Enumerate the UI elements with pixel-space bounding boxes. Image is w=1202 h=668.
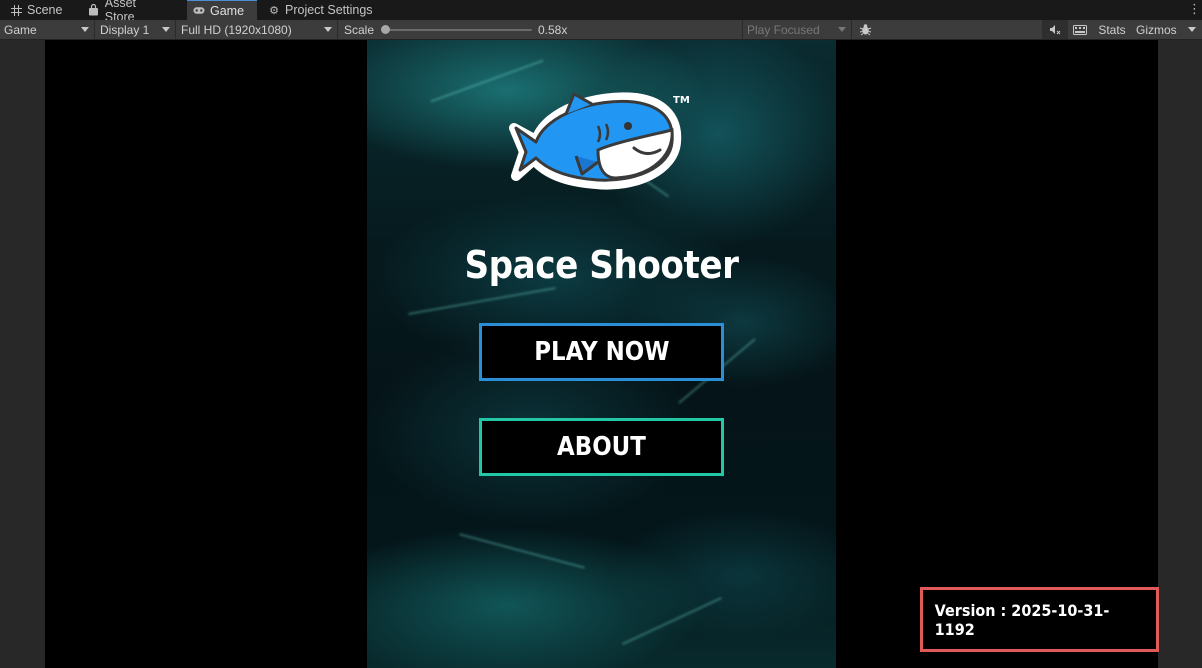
grid-icon bbox=[10, 4, 22, 16]
chevron-down-icon bbox=[838, 27, 846, 32]
display-label: Display 1 bbox=[100, 22, 150, 37]
more-options-icon[interactable]: ⋮ bbox=[1188, 2, 1201, 18]
gizmos-dropdown[interactable]: Gizmos bbox=[1132, 20, 1202, 39]
tab-label: Game bbox=[210, 3, 245, 18]
resolution-dropdown[interactable]: Full HD (1920x1080) bbox=[177, 20, 338, 39]
keyboard-icon[interactable] bbox=[1068, 20, 1092, 39]
trademark-label: TM bbox=[673, 95, 690, 106]
version-label: Version : 2025-10-31-1192 bbox=[934, 600, 1110, 639]
stats-button[interactable]: Stats bbox=[1093, 20, 1131, 39]
play-now-label: PLAY NOW bbox=[533, 337, 670, 367]
play-now-button[interactable]: PLAY NOW bbox=[479, 323, 724, 381]
version-label-highlight: Version : 2025-10-31-1192 bbox=[920, 587, 1159, 652]
shark-logo-icon bbox=[509, 92, 682, 190]
tab-asset-store[interactable]: Asset Store bbox=[82, 0, 174, 24]
tab-project-settings[interactable]: ⚙ Project Settings bbox=[262, 0, 382, 20]
tab-label: Project Settings bbox=[285, 3, 373, 17]
tab-game[interactable]: Game bbox=[187, 0, 257, 20]
tab-label: Scene bbox=[27, 3, 63, 17]
view-mode-label: Game bbox=[4, 22, 37, 37]
gear-icon: ⚙ bbox=[269, 4, 279, 17]
nebula-streak bbox=[621, 596, 723, 646]
view-mode-dropdown[interactable]: Game bbox=[0, 20, 95, 39]
chevron-down-icon bbox=[1188, 27, 1196, 32]
nebula-streak bbox=[458, 533, 586, 569]
bag-icon bbox=[88, 4, 100, 16]
gamepad-icon bbox=[193, 5, 205, 17]
gizmos-label: Gizmos bbox=[1136, 22, 1177, 37]
play-mode-label: Play Focused bbox=[747, 22, 820, 37]
scale-value: 0.58x bbox=[538, 22, 568, 37]
chevron-down-icon bbox=[162, 27, 170, 32]
mute-audio-icon[interactable] bbox=[1042, 20, 1068, 39]
about-button[interactable]: ABOUT bbox=[479, 418, 724, 476]
scale-slider-handle[interactable] bbox=[381, 25, 390, 34]
nebula-streak bbox=[407, 286, 557, 316]
play-mode-dropdown[interactable]: Play Focused bbox=[742, 20, 852, 39]
scale-label: Scale bbox=[344, 22, 375, 37]
display-dropdown[interactable]: Display 1 bbox=[96, 20, 176, 39]
game-view-toolbar: Game Display 1 Full HD (1920x1080) Scale… bbox=[0, 20, 1202, 40]
editor-tab-bar: Scene Asset Store Game ⚙ Project Setting… bbox=[0, 0, 1202, 24]
about-label: ABOUT bbox=[557, 432, 646, 462]
tab-scene[interactable]: Scene bbox=[4, 0, 70, 20]
scale-slider-track[interactable] bbox=[384, 29, 532, 31]
game-title: Space Shooter bbox=[464, 243, 739, 287]
chevron-down-icon bbox=[324, 27, 332, 32]
bug-icon[interactable] bbox=[854, 20, 876, 39]
resolution-label: Full HD (1920x1080) bbox=[181, 22, 292, 37]
stats-label: Stats bbox=[1098, 22, 1126, 37]
chevron-down-icon bbox=[81, 27, 89, 32]
